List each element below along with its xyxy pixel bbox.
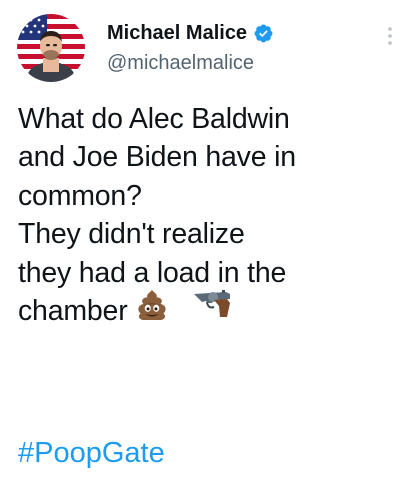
tweet-text-line: chamber (18, 294, 128, 327)
profile-photo-icon (17, 14, 85, 82)
author-info: Michael Malice @michaelmalice (107, 20, 274, 76)
tweet-card: Michael Malice @michaelmalice What do Al… (0, 0, 414, 500)
tweet-text-line: and Joe Biden have in (18, 141, 296, 174)
pistol-icon (192, 289, 236, 329)
tweet-text: What do Alec Baldwin and Joe Biden have … (18, 100, 408, 330)
verified-badge-icon (253, 23, 274, 44)
tweet-text-line: What do Alec Baldwin (18, 103, 290, 135)
hashtag-link[interactable]: #PoopGate (18, 434, 165, 472)
tweet-header: Michael Malice @michaelmalice (17, 14, 397, 84)
vertical-ellipsis-icon[interactable] (383, 24, 397, 48)
avatar[interactable] (17, 14, 85, 82)
tweet-text-last-line: chamber (18, 289, 408, 330)
author-display-name[interactable]: Michael Malice (107, 20, 247, 46)
pile-of-poo-icon (135, 287, 169, 331)
tweet-text-line: They didn't realize (18, 218, 245, 251)
tweet-text-line: they had a load in the (18, 256, 287, 289)
author-handle[interactable]: @michaelmalice (107, 50, 274, 76)
name-row: Michael Malice (107, 20, 274, 46)
tweet-text-line: common? (18, 179, 142, 212)
